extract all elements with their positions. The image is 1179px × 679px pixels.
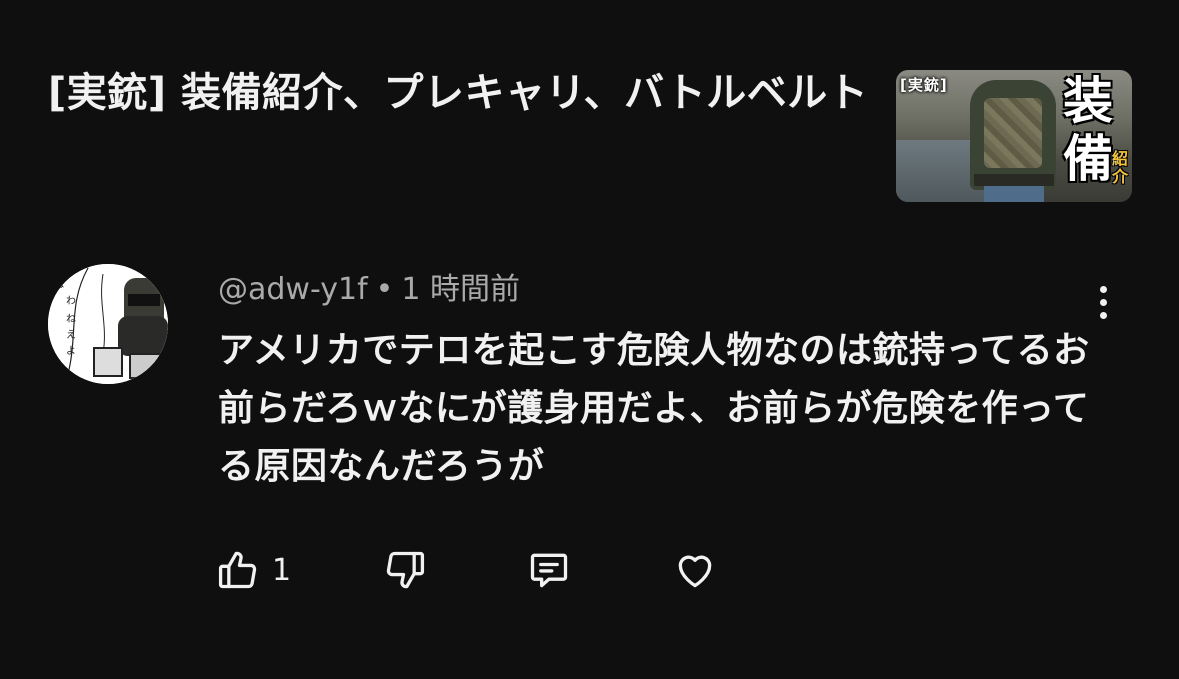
meta-separator: • — [375, 272, 394, 307]
thumb-down-icon — [386, 551, 425, 589]
video-header[interactable]: [実銃] 装備紹介、プレキャリ、バトルベルト — [48, 62, 878, 124]
reply-icon — [530, 553, 568, 588]
comment-time: 1 時間前 — [401, 272, 520, 307]
svg-text:よ: よ — [66, 345, 76, 357]
thumb-up-icon — [218, 551, 257, 589]
thumbnail-big-text: 装備 — [1063, 72, 1113, 188]
comment-author[interactable]: @adw-y1f — [218, 272, 368, 307]
svg-text:わ: わ — [66, 295, 76, 307]
like-button[interactable]: 1 — [216, 548, 291, 592]
avatar[interactable]: ね わ ね え よ — [48, 264, 168, 384]
heart-icon — [678, 555, 712, 588]
comment-body: @adw-y1f • 1 時間前 アメリカでテロを起こす危険人物なのは銃持ってるお前… — [218, 268, 1118, 496]
heart-button[interactable] — [673, 548, 717, 592]
dislike-button[interactable] — [383, 548, 427, 592]
comment-actions: 1 — [216, 544, 717, 596]
video-thumbnail[interactable]: [実銃] 装備 紹介 — [896, 70, 1132, 202]
avatar-image: ね わ ね え よ — [48, 264, 168, 384]
reply-button[interactable] — [527, 548, 571, 592]
thumbnail-tag: [実銃] — [900, 76, 948, 94]
thumbnail-small-text: 紹介 — [1111, 149, 1128, 186]
comment-text: アメリカでテロを起こす危険人物なのは銃持ってるお前らだろｗなにが護身用だよ、お前… — [218, 330, 1090, 487]
thumbnail-person — [940, 70, 1070, 202]
more-vert-icon[interactable] — [1088, 280, 1118, 324]
video-title[interactable]: [実銃] 装備紹介、プレキャリ、バトルベルト — [48, 62, 878, 124]
svg-text:ね: ね — [66, 313, 76, 325]
svg-text:え: え — [66, 329, 76, 341]
like-count: 1 — [272, 552, 292, 588]
comment-meta: @adw-y1f • 1 時間前 — [218, 268, 1118, 312]
svg-text:ね: ね — [54, 279, 64, 291]
